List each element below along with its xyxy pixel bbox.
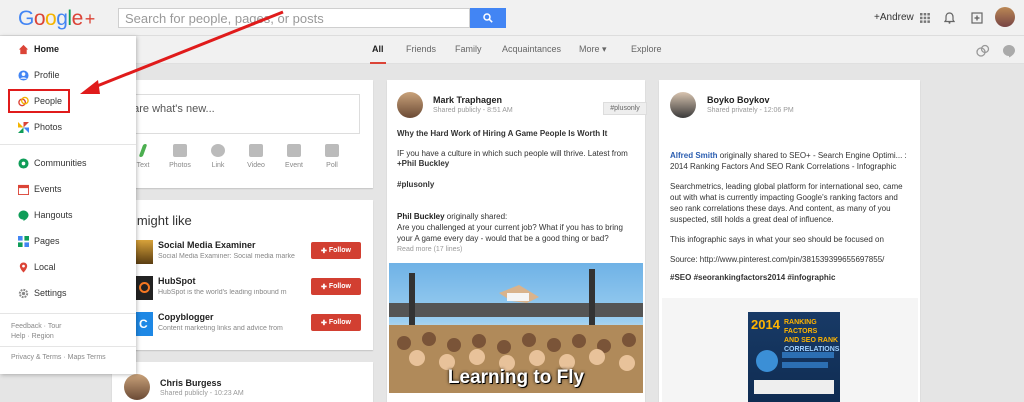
annotation-arrow: [80, 10, 284, 94]
